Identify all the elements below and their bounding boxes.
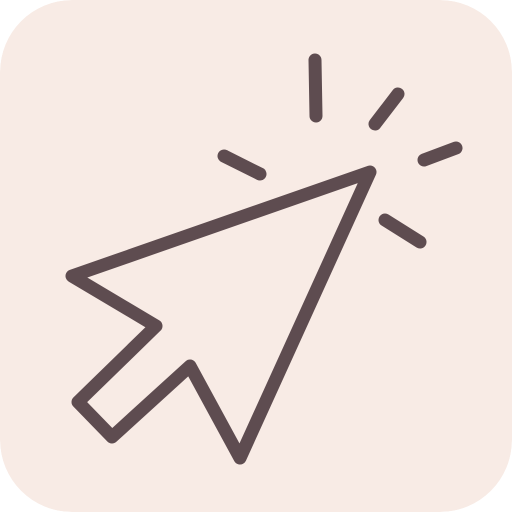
- spark-ray-top: [308, 53, 323, 123]
- app-icon[interactable]: [0, 0, 512, 512]
- cursor-click-icon: [0, 0, 512, 512]
